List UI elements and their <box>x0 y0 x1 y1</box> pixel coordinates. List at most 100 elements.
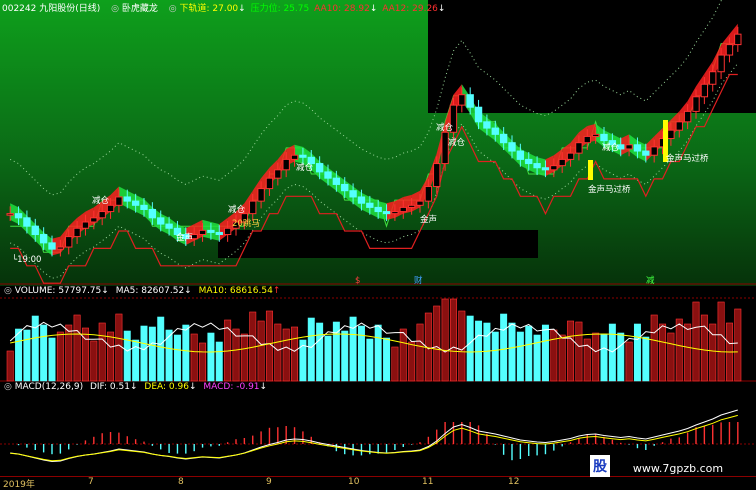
dif-value: DIF: 0.51 <box>89 382 130 392</box>
volume-chart <box>0 297 756 382</box>
volume-bar <box>449 298 457 382</box>
volume-bar <box>324 335 332 382</box>
candle-body <box>115 196 123 206</box>
volume-bar <box>391 346 399 382</box>
volume-bar <box>341 330 349 382</box>
volume-header: ◎ VOLUME: 57797.75↓ MA5: 82607.52↓ MA10:… <box>4 286 280 296</box>
highlight-candle <box>588 160 593 180</box>
volume-bar <box>383 337 391 382</box>
volume-bar <box>700 314 708 382</box>
price-panel: └19.00 减仓 减仓 减仓 减仓 减仓 减仓 金声 金声 20跳马 金声马过桥 金声马过桥 $ 财减 <box>0 0 756 286</box>
ma10-value: MA10: 68616.54 <box>198 286 273 296</box>
candle-body <box>349 190 357 198</box>
candle-body <box>6 213 14 216</box>
candle-body <box>700 83 709 98</box>
volume-bar <box>240 333 248 382</box>
candle-body <box>533 163 541 169</box>
candle-body <box>575 142 583 154</box>
ma5-value: MA5: 82607.52 <box>115 286 185 296</box>
volume-bar <box>441 298 449 382</box>
candle-body <box>525 158 533 165</box>
trend-ribbon <box>202 219 211 239</box>
macd-title: MACD(12,26,9) <box>14 382 84 392</box>
stock-title: 002242 九阳股份(日线) <box>2 4 101 14</box>
macd-header: ◎ MACD(12,26,9) DIF: 0.51↓ DEA: 0.96↓ MA… <box>4 382 267 392</box>
volume-bar <box>541 324 549 382</box>
macd-value: MACD: -0.91 <box>203 382 260 392</box>
trend-ribbon <box>386 201 395 220</box>
volume-bar <box>199 342 207 382</box>
volume-bar <box>491 331 499 382</box>
candle-body <box>131 200 140 206</box>
candle-body <box>642 150 650 156</box>
volume-bar <box>48 337 56 382</box>
signal-label: 减仓 <box>436 122 454 133</box>
candle-body <box>474 106 483 123</box>
watermark-site: www.7gpzb.com <box>632 462 724 475</box>
volume-bar <box>98 322 106 382</box>
candle-body <box>550 165 558 171</box>
volume-bar <box>65 324 73 382</box>
volume-bar <box>433 305 441 382</box>
candle-body <box>508 142 516 152</box>
candle-body <box>123 196 131 202</box>
volume-bar <box>232 328 240 382</box>
x-tick-2: 8 <box>178 477 184 487</box>
candle-body <box>81 221 90 229</box>
volume-bar <box>207 332 215 382</box>
candle-body <box>558 158 566 167</box>
volume-bar <box>90 340 98 382</box>
volume-bar <box>408 341 416 382</box>
bottom-signal-label: 金声 <box>420 214 437 225</box>
candle-body <box>56 246 65 250</box>
signal-label: 减仓 <box>296 162 314 173</box>
volume-bar <box>81 327 89 382</box>
volume-bar <box>182 324 190 382</box>
down-arrow-icon: ↓ <box>238 4 246 14</box>
lower-channel: 下轨道: 27.00 <box>179 4 239 14</box>
candle-body <box>382 211 391 215</box>
candle-body <box>257 188 265 202</box>
volume-bar <box>257 320 265 382</box>
volume-bar <box>525 325 533 382</box>
volume-bar <box>115 313 123 382</box>
candle-body <box>366 202 374 208</box>
candle-body <box>483 121 491 129</box>
candle-body <box>683 110 692 123</box>
candle-body <box>625 144 633 150</box>
volume-bar <box>717 301 725 382</box>
volume-bar <box>558 334 566 382</box>
candle-body <box>709 71 717 85</box>
candle-body <box>591 133 600 137</box>
candle-body <box>23 217 31 227</box>
volume-bar <box>374 324 382 382</box>
aa12-value: AA12: 29.26 <box>382 4 438 14</box>
pressure-value: 压力位: 25.75 <box>250 4 310 14</box>
event-mark: 财 <box>414 275 423 286</box>
x-tick-0: 2019年 <box>3 480 35 490</box>
candle-body <box>90 217 98 223</box>
volume-bar <box>475 320 483 382</box>
candle-body <box>106 204 115 213</box>
volume-bar <box>307 317 315 382</box>
x-tick-1: 7 <box>88 477 94 487</box>
watermark: 股 www.7gpzb.com <box>590 455 723 483</box>
volume-bar <box>56 331 64 382</box>
candle-body <box>198 229 207 236</box>
volume-bar <box>416 323 424 382</box>
candle-body <box>148 208 157 219</box>
volume-bar <box>40 324 48 382</box>
candle-body <box>600 133 608 142</box>
volume-bar <box>274 323 282 382</box>
signal-label: 减仓 <box>92 195 110 206</box>
volume-bar <box>6 350 14 382</box>
candle-body <box>249 200 257 215</box>
down-arrow-icon-4: ↓ <box>101 286 109 296</box>
volume-bar <box>316 322 324 382</box>
volume-bar <box>123 330 131 382</box>
volume-bar <box>633 323 641 382</box>
x-tick-4: 10 <box>348 477 360 487</box>
down-arrow-icon-2: ↓ <box>369 4 378 14</box>
candle-body <box>73 227 81 238</box>
volume-bar <box>625 341 633 382</box>
